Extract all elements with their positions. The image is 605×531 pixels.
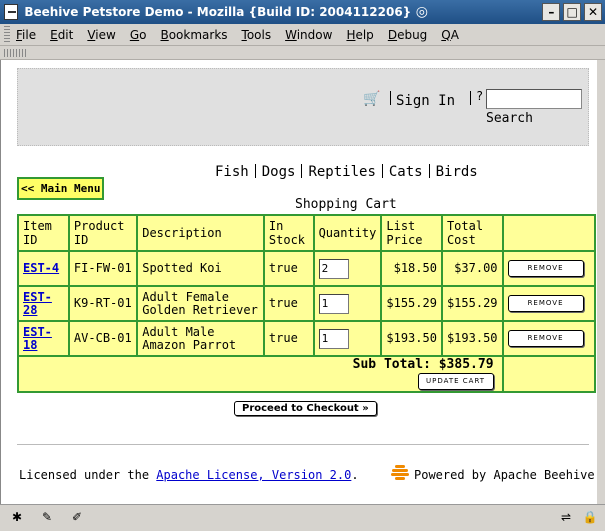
list-price: $193.50 [380,320,443,357]
category-reptiles[interactable]: Reptiles [304,164,379,180]
cart-header-row: Item ID Product ID Description In Stock … [17,214,597,252]
divider [17,444,589,445]
window-titlebar: Beehive Petstore Demo - Mozilla {Build I… [0,0,605,24]
proceed-to-checkout-button[interactable]: Proceed to Checkout » [234,401,377,416]
column-header: Quantity [312,214,383,252]
license-prefix: Licensed under the [19,468,157,482]
column-header: Item ID [17,214,70,252]
category-separator [381,164,383,178]
security-icon[interactable]: 🔒 [581,510,599,526]
item-id-link[interactable]: EST-18 [23,325,52,352]
table-row: EST-28 K9-RT-01 Adult Female Golden Retr… [17,285,597,322]
toolbar-grip[interactable] [4,49,28,57]
quantity-input[interactable] [318,328,349,349]
menu-file[interactable]: File [16,28,36,42]
help-link[interactable]: ? [476,89,483,103]
description: Adult Male Amazon Parrot [136,320,265,357]
item-id-link[interactable]: EST-4 [23,261,59,275]
category-separator [254,164,256,178]
update-cart-button[interactable]: UPDATE CART [417,373,494,390]
column-header [501,214,597,252]
menu-view[interactable]: View [87,28,115,42]
gnome-swirl-icon: ◎ [415,4,428,20]
product-id: AV-CB-01 [67,320,139,357]
menu-qa[interactable]: QA [441,28,459,42]
column-header: Total Cost [440,214,504,252]
quantity-input[interactable] [318,258,349,279]
close-button[interactable]: ✕ [584,3,603,21]
description: Adult Female Golden Retriever [136,285,265,322]
category-dogs[interactable]: Dogs [258,164,300,180]
connection-icon[interactable]: ⇌ [557,510,575,526]
category-separator [301,164,303,178]
page-content: 🛒 Sign In ? Search Fish Dogs Reptiles Ca… [0,60,605,504]
vertical-scrollbar[interactable] [597,60,605,504]
header-separator [390,91,391,105]
beehive-logo-icon [391,465,409,483]
menubar-grip[interactable] [4,25,10,44]
menubar: File Edit View Go Bookmarks Tools Window… [0,24,605,46]
subtotal-row: Sub Total: $385.79 UPDATE CART [17,355,597,393]
remove-button[interactable]: REMOVE [507,260,584,277]
license-suffix: . [351,468,359,482]
statusbar: ✱ ✎ ✐ ⇌ 🔒 [0,504,605,531]
subtotal: Sub Total: $385.79 [352,357,494,372]
search-link[interactable]: Search [486,111,533,126]
header-band: 🛒 Sign In ? Search [17,68,589,146]
in-stock: true [262,320,315,357]
search-input[interactable] [486,89,582,109]
sign-in-link[interactable]: Sign In [396,93,455,109]
total-cost: $37.00 [440,250,504,287]
product-id: FI-FW-01 [67,250,139,287]
in-stock: true [262,250,315,287]
navigator-icon[interactable]: ✱ [8,510,26,526]
category-nav: Fish Dogs Reptiles Cats Birds [211,164,482,180]
main-menu-button[interactable]: << Main Menu [17,177,105,200]
shopping-cart-icon[interactable]: 🛒 [363,91,381,107]
list-price: $155.29 [380,285,443,322]
menu-window[interactable]: Window [285,28,332,42]
apache-license-link[interactable]: Apache License, Version 2.0 [156,468,351,482]
powered-by: Powered by Apache Beehive [414,468,595,482]
table-row: EST-18 AV-CB-01 Adult Male Amazon Parrot… [17,320,597,357]
total-cost: $193.50 [440,320,504,357]
remove-button[interactable]: REMOVE [507,295,584,312]
list-price: $18.50 [380,250,443,287]
window-icon[interactable] [4,4,19,20]
composer-icon[interactable]: ✐ [68,510,86,526]
menu-go[interactable]: Go [130,28,147,42]
table-row: EST-4 FI-FW-01 Spotted Koi true $18.50 $… [17,250,597,287]
quantity-input[interactable] [318,293,349,314]
column-header: In Stock [262,214,315,252]
cart-title: Shopping Cart [295,197,397,212]
maximize-button[interactable]: □ [563,3,582,21]
window-title: Beehive Petstore Demo - Mozilla {Build I… [24,5,412,19]
menu-bookmarks[interactable]: Bookmarks [160,28,227,42]
column-header: Product ID [67,214,139,252]
category-birds[interactable]: Birds [432,164,482,180]
column-header: List Price [380,214,443,252]
column-header: Description [136,214,265,252]
status-icons: ⇌ 🔒 [557,510,599,526]
menu-debug[interactable]: Debug [388,28,427,42]
cart-table: Item ID Product ID Description In Stock … [17,214,597,393]
collapsed-toolbar [0,46,605,60]
category-separator [428,164,430,178]
menu-edit[interactable]: Edit [50,28,73,42]
category-cats[interactable]: Cats [385,164,427,180]
total-cost: $155.29 [440,285,504,322]
minimize-button[interactable]: – [542,3,561,21]
mail-icon[interactable]: ✎ [38,510,56,526]
menu-tools[interactable]: Tools [242,28,272,42]
header-separator [470,91,471,105]
remove-button[interactable]: REMOVE [507,330,584,347]
product-id: K9-RT-01 [67,285,139,322]
category-fish[interactable]: Fish [211,164,253,180]
in-stock: true [262,285,315,322]
menu-help[interactable]: Help [346,28,373,42]
license-text: Licensed under the Apache License, Versi… [19,468,359,482]
item-id-link[interactable]: EST-28 [23,290,52,317]
description: Spotted Koi [136,250,265,287]
